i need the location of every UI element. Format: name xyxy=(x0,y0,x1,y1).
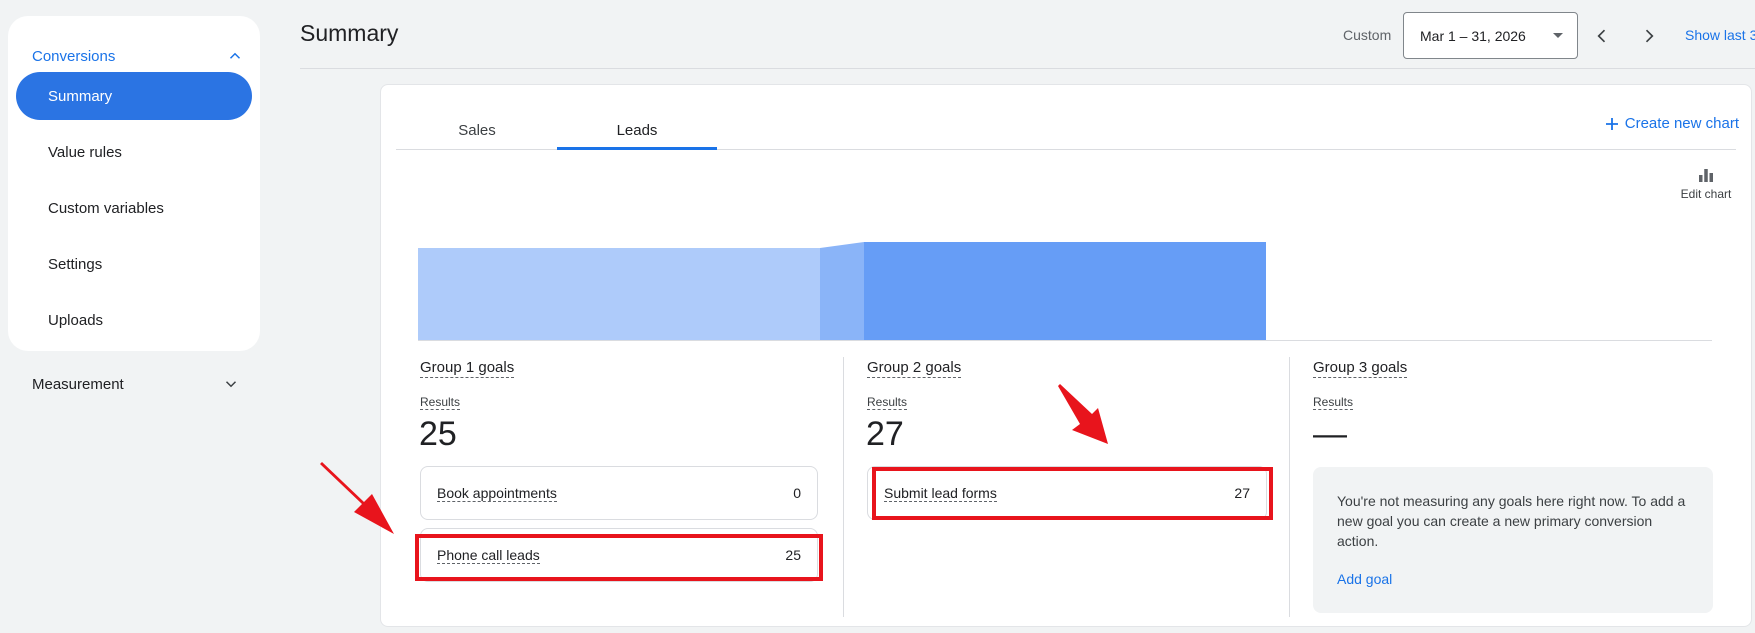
group-2-title[interactable]: Group 2 goals xyxy=(867,359,962,378)
measurement-label: Measurement xyxy=(32,375,124,393)
sidebar-item-uploads[interactable]: Uploads xyxy=(16,296,252,344)
leads-funnel-chart xyxy=(418,242,1266,340)
funnel-baseline xyxy=(418,340,1712,341)
tab-label: Leads xyxy=(616,121,658,139)
page-title: Summary xyxy=(300,20,399,46)
tab-label: Sales xyxy=(458,121,496,139)
goal-value: 0 xyxy=(793,485,801,501)
plus-icon xyxy=(1605,117,1618,130)
goal-row-book-appointments[interactable]: Book appointments 0 xyxy=(420,466,818,520)
funnel-bar-group-2 xyxy=(864,242,1266,340)
group-1-title[interactable]: Group 1 goals xyxy=(420,359,515,378)
chevron-up-icon xyxy=(229,52,241,59)
bar-chart-icon xyxy=(1699,169,1713,182)
empty-goals-message: You're not measuring any goals here righ… xyxy=(1337,493,1686,549)
topbar-divider xyxy=(300,68,1755,69)
empty-goals-panel: You're not measuring any goals here righ… xyxy=(1313,467,1713,613)
sidebar-item-label: Summary xyxy=(48,87,113,105)
conversions-label: Conversions xyxy=(32,47,116,65)
group-2-results-value: 27 xyxy=(866,415,904,453)
group-3-title[interactable]: Group 3 goals xyxy=(1313,359,1408,378)
create-chart-label: Create new chart xyxy=(1624,115,1739,132)
group-1-results-value: 25 xyxy=(419,415,457,453)
sidebar-item-label: Value rules xyxy=(48,143,122,161)
sidebar-item-label: Custom variables xyxy=(48,199,164,217)
sidebar-item-summary[interactable]: Summary xyxy=(16,72,252,120)
group-3-results-label: Results xyxy=(1313,395,1354,410)
conversions-section-header[interactable]: Conversions xyxy=(32,38,244,74)
group-divider xyxy=(1289,357,1290,617)
chevron-right-icon xyxy=(1645,29,1654,43)
phone-call-leads-highlight xyxy=(415,534,823,581)
edit-chart-button[interactable]: Edit chart xyxy=(1673,167,1739,201)
arrow-icon xyxy=(1058,384,1108,444)
conversions-nav-card: Conversions Summary Value rules Custom v… xyxy=(8,16,260,351)
next-period-button[interactable] xyxy=(1635,22,1663,50)
sidebar-item-label: Uploads xyxy=(48,311,104,329)
group-2-results-label: Results xyxy=(867,395,908,410)
chevron-left-icon xyxy=(1597,29,1606,43)
measurement-section-header[interactable]: Measurement xyxy=(32,366,240,402)
group-1-results-label: Results xyxy=(420,395,461,410)
sidebar-item-custom-variables[interactable]: Custom variables xyxy=(16,184,252,232)
sidebar-item-label: Settings xyxy=(48,255,103,273)
show-last-link[interactable]: Show last 3 xyxy=(1685,27,1755,43)
create-new-chart-button[interactable]: Create new chart xyxy=(1605,115,1739,132)
previous-period-button[interactable] xyxy=(1588,22,1616,50)
active-tab-indicator xyxy=(557,147,717,150)
arrow-icon xyxy=(320,462,394,534)
date-range-value: Mar 1 – 31, 2026 xyxy=(1420,27,1526,44)
submit-lead-forms-highlight xyxy=(872,467,1273,520)
dropdown-caret-icon xyxy=(1553,33,1563,38)
custom-range-label: Custom xyxy=(1343,27,1392,43)
sidebar-item-value-rules[interactable]: Value rules xyxy=(16,128,252,176)
goal-name: Book appointments xyxy=(437,484,557,502)
group-divider xyxy=(843,357,844,617)
tab-sales[interactable]: Sales xyxy=(397,105,557,155)
group-3-results-value: — xyxy=(1313,415,1347,453)
chevron-down-icon xyxy=(225,381,237,388)
sidebar-item-settings[interactable]: Settings xyxy=(16,240,252,288)
funnel-bar-group-1 xyxy=(418,248,820,340)
funnel-connector xyxy=(820,242,864,340)
date-range-select[interactable]: Mar 1 – 31, 2026 xyxy=(1403,12,1578,59)
edit-chart-label: Edit chart xyxy=(1680,187,1732,201)
add-goal-link[interactable]: Add goal xyxy=(1337,569,1689,589)
